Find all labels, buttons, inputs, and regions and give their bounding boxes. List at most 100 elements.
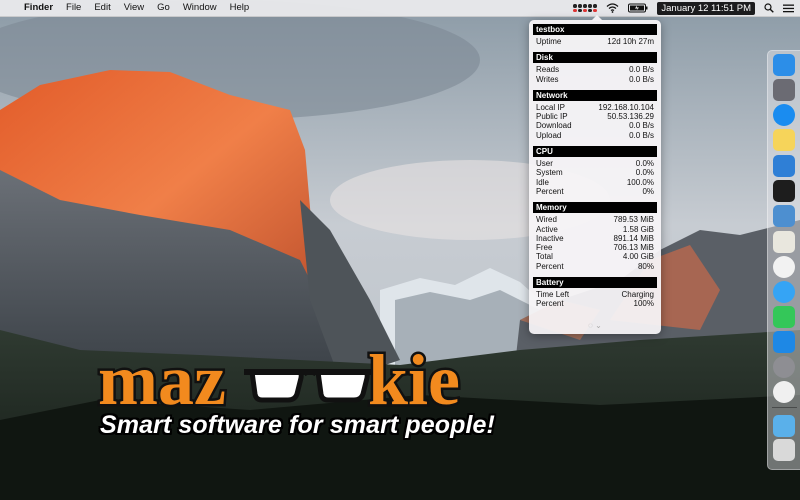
stat-value: 192.168.10.104 bbox=[598, 102, 654, 112]
stat-row: Writes 0.0 B/s bbox=[536, 75, 654, 84]
app-menu-finder[interactable]: Finder bbox=[24, 0, 53, 16]
stat-row: Local IP 192.168.10.104 bbox=[536, 103, 654, 112]
trash-icon[interactable] bbox=[773, 439, 795, 461]
panel-footer-icon[interactable]: ◌ ⌄ bbox=[529, 321, 661, 330]
stat-value: 891.14 MiB bbox=[613, 233, 654, 243]
safari-icon[interactable] bbox=[773, 104, 795, 126]
stat-value: 0% bbox=[642, 186, 654, 196]
stat-row: Upload 0.0 B/s bbox=[536, 131, 654, 140]
panel-section-cpu: CPU User 0.0% System 0.0% Idle 100.0% Percent 0% bbox=[533, 146, 657, 198]
battery-icon[interactable] bbox=[628, 3, 648, 13]
stat-value: 12d 10h 27m bbox=[607, 37, 654, 46]
stat-row: Wired 789.53 MiB bbox=[536, 215, 654, 224]
stat-row: Time Left Charging bbox=[536, 290, 654, 299]
section-header: Battery bbox=[533, 277, 657, 289]
section-header: Disk bbox=[533, 52, 657, 64]
panel-section-disk: Disk Reads 0.0 B/s Writes 0.0 B/s bbox=[533, 52, 657, 86]
mazookie-logo: maz maz kie kie bbox=[92, 338, 482, 423]
dock-separator bbox=[772, 407, 797, 408]
menu-edit[interactable]: Edit bbox=[94, 0, 110, 16]
menu-window[interactable]: Window bbox=[183, 0, 217, 16]
section-header: Memory bbox=[533, 202, 657, 214]
stat-label: Percent bbox=[536, 186, 564, 196]
stat-value: 0.0 B/s bbox=[629, 74, 654, 84]
glasses-icon bbox=[244, 369, 372, 403]
stat-label: Public IP bbox=[536, 112, 568, 122]
menu-help[interactable]: Help bbox=[230, 0, 250, 16]
system-preferences-icon[interactable] bbox=[773, 356, 795, 378]
menu-bar: Finder File Edit View Go Window Help Jan… bbox=[0, 0, 800, 17]
clock-icon[interactable] bbox=[773, 381, 795, 403]
stat-value: 50.53.136.29 bbox=[607, 112, 654, 122]
search-icon[interactable] bbox=[764, 3, 774, 13]
panel-section-network: Network Local IP 192.168.10.104 Public IP 50… bbox=[533, 89, 657, 142]
stat-row: Uptime 12d 10h 27m bbox=[536, 37, 654, 46]
stat-row: Total 4.00 GiB bbox=[536, 252, 654, 261]
section-header: CPU bbox=[533, 146, 657, 158]
stat-value: 100.0% bbox=[626, 177, 654, 187]
stat-label: Free bbox=[536, 243, 553, 253]
terminal-icon[interactable] bbox=[773, 180, 795, 202]
preview-icon[interactable] bbox=[773, 205, 795, 227]
dock bbox=[767, 50, 800, 470]
menubar-clock[interactable]: January 12 11:51 PM bbox=[657, 1, 755, 15]
stat-row: User 0.0% bbox=[536, 159, 654, 168]
app-store-icon[interactable] bbox=[773, 331, 795, 353]
stat-row: Download 0.0 B/s bbox=[536, 121, 654, 130]
messages-icon[interactable] bbox=[773, 281, 795, 303]
stat-label: Inactive bbox=[536, 233, 564, 243]
stat-label: Uptime bbox=[536, 37, 562, 46]
panel-section-memory: Memory Wired 789.53 MiB Active 1.58 GiB Inact… bbox=[533, 202, 657, 273]
stat-value: 0.0 B/s bbox=[629, 65, 654, 75]
stat-label: Idle bbox=[536, 177, 549, 187]
wifi-icon[interactable] bbox=[606, 3, 619, 13]
stat-value: 0.0 B/s bbox=[629, 130, 654, 140]
stat-value: 789.53 MiB bbox=[613, 215, 654, 225]
menu-go[interactable]: Go bbox=[157, 0, 170, 16]
stat-label: Wired bbox=[536, 215, 557, 225]
stat-value: Charging bbox=[621, 290, 654, 300]
downloads-folder-icon[interactable] bbox=[773, 415, 795, 437]
stat-label: Upload bbox=[536, 130, 562, 140]
photos-icon[interactable] bbox=[773, 256, 795, 278]
stat-row: System 0.0% bbox=[536, 168, 654, 177]
stat-value: 1.58 GiB bbox=[622, 224, 654, 234]
stat-label: Time Left bbox=[536, 290, 570, 300]
list-icon[interactable] bbox=[783, 4, 794, 13]
stat-row: Inactive 891.14 MiB bbox=[536, 234, 654, 243]
finder-icon[interactable] bbox=[773, 54, 795, 76]
stat-label: Percent bbox=[536, 299, 564, 309]
svg-text:maz: maz bbox=[98, 342, 226, 414]
stat-label: Percent bbox=[536, 261, 564, 271]
section-header: testbox bbox=[533, 24, 657, 35]
mazookie-status-icon[interactable] bbox=[573, 4, 597, 12]
facetime-icon[interactable] bbox=[773, 306, 795, 328]
stat-value: 100% bbox=[633, 299, 654, 309]
mazookie-tagline: Smart software for smart people! bbox=[100, 411, 495, 439]
section-header: Network bbox=[533, 89, 657, 101]
stat-label: Active bbox=[536, 224, 558, 234]
stat-label: Download bbox=[536, 121, 572, 131]
panel-section-battery: Battery Time Left Charging Percent 100% bbox=[533, 277, 657, 311]
xcode-icon[interactable] bbox=[773, 155, 795, 177]
textedit-icon[interactable] bbox=[773, 231, 795, 253]
stat-label: Writes bbox=[536, 74, 559, 84]
stat-label: User bbox=[536, 159, 553, 169]
menu-file[interactable]: File bbox=[66, 0, 81, 16]
stat-row: Reads 0.0 B/s bbox=[536, 65, 654, 74]
system-stats-panel: testbox Uptime 12d 10h 27m Disk Reads 0.0 B/s… bbox=[529, 15, 661, 334]
stat-value: 0.0% bbox=[635, 168, 654, 178]
launchpad-icon[interactable] bbox=[773, 79, 795, 101]
stat-value: 80% bbox=[637, 261, 654, 271]
stat-label: System bbox=[536, 168, 563, 178]
svg-text:kie: kie bbox=[368, 342, 460, 414]
notes-icon[interactable] bbox=[773, 129, 795, 151]
stat-label: Total bbox=[536, 252, 553, 262]
stat-row: Idle 100.0% bbox=[536, 178, 654, 187]
stat-value: 0.0 B/s bbox=[629, 121, 654, 131]
stat-label: Local IP bbox=[536, 102, 565, 112]
menu-view[interactable]: View bbox=[124, 0, 144, 16]
stat-value: 0.0% bbox=[635, 159, 654, 169]
stat-row: Public IP 50.53.136.29 bbox=[536, 112, 654, 121]
panel-section-testbox: testbox Uptime 12d 10h 27m bbox=[533, 24, 657, 48]
